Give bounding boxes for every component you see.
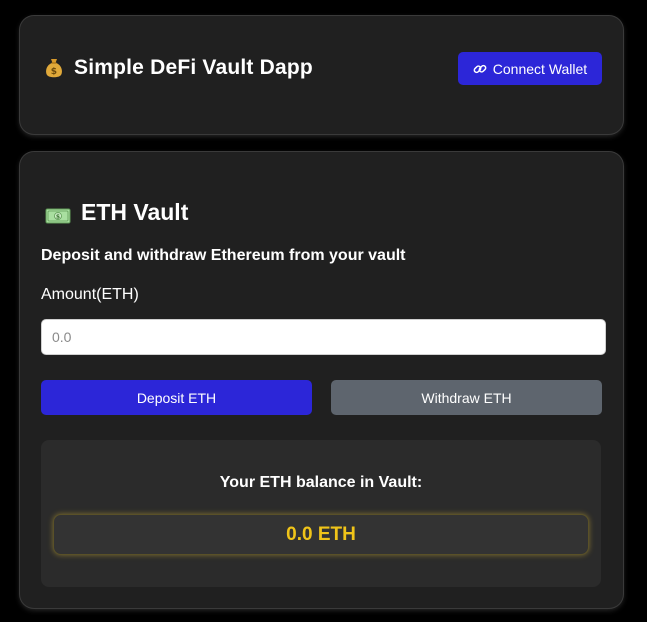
svg-text:$: $ — [51, 67, 57, 77]
withdraw-button[interactable]: Withdraw ETH — [331, 380, 602, 415]
svg-text:$: $ — [56, 213, 60, 220]
app-title-text: Simple DeFi Vault Dapp — [74, 56, 313, 79]
vault-title-text: ETH Vault — [81, 199, 189, 225]
app-title: $ Simple DeFi Vault Dapp — [42, 56, 313, 80]
vault-title: $ ETH Vault — [45, 199, 188, 226]
connect-wallet-button[interactable]: Connect Wallet — [458, 52, 602, 85]
vault-card: $ ETH Vault Deposit and withdraw Ethereu… — [20, 152, 623, 608]
amount-input[interactable] — [41, 319, 606, 355]
balance-value: 0.0 ETH — [53, 514, 589, 555]
header-card: $ Simple DeFi Vault Dapp Connect Wallet — [20, 16, 623, 134]
deposit-button[interactable]: Deposit ETH — [41, 380, 312, 415]
vault-subtitle: Deposit and withdraw Ethereum from your … — [41, 247, 406, 264]
connect-wallet-label: Connect Wallet — [492, 60, 588, 77]
banknote-icon: $ — [45, 204, 71, 223]
amount-label: Amount(ETH) — [41, 286, 139, 303]
balance-label: Your ETH balance in Vault: — [219, 474, 423, 491]
balance-panel: Your ETH balance in Vault: 0.0 ETH — [41, 440, 601, 587]
money-bag-icon: $ — [42, 56, 66, 80]
link-icon — [473, 62, 487, 76]
